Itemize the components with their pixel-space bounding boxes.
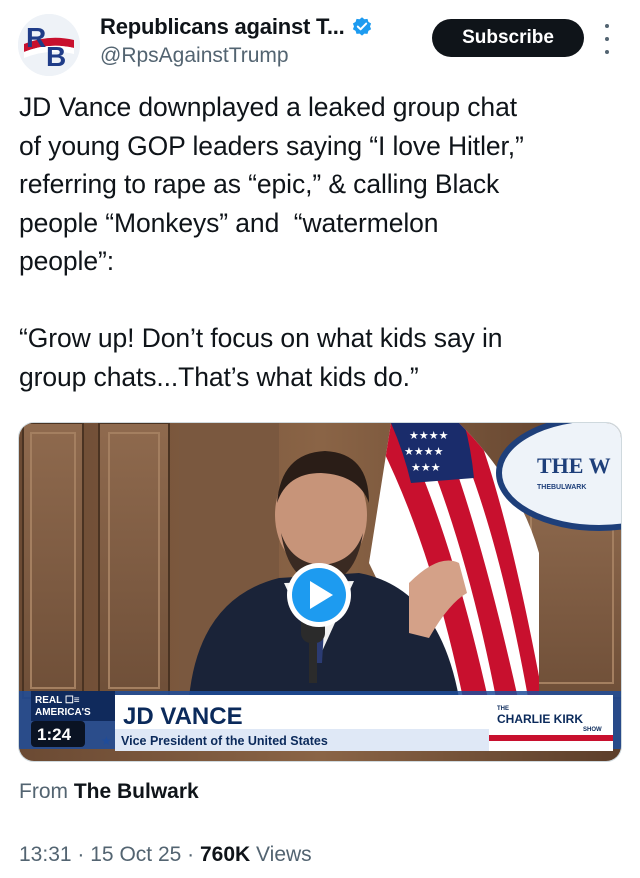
tweet-date[interactable]: 15 Oct 25	[90, 843, 181, 866]
views-label: Views	[256, 843, 312, 866]
tweet-time[interactable]: 13:31	[19, 843, 72, 866]
svg-text:★★★★: ★★★★	[404, 445, 444, 458]
republicans-against-trump-logo: R B	[18, 14, 80, 76]
svg-text:AMERICA'S: AMERICA'S	[35, 707, 91, 718]
play-icon[interactable]	[287, 563, 351, 627]
subscribe-button[interactable]: Subscribe	[432, 19, 584, 57]
svg-text:REAL ☐≡: REAL ☐≡	[35, 695, 80, 706]
display-name[interactable]: Republicans against T...	[100, 14, 345, 40]
logo-letter-r: R	[26, 22, 46, 53]
logo-letter-b: B	[46, 41, 66, 72]
video-thumbnail: ★★★★ ★★★★ ★★★ THE W THEBULWARK JD VANCE …	[19, 423, 621, 761]
name-row: Republicans against T...	[100, 14, 373, 40]
svg-text:Vice President of the United S: Vice President of the United States	[121, 734, 328, 748]
svg-text:THE W: THE W	[537, 453, 611, 478]
video-duration-badge: 1:24	[31, 721, 85, 747]
svg-text:1:24: 1:24	[37, 725, 72, 744]
tweet-meta: 13:31 · 15 Oct 25 · 760K Views	[19, 843, 312, 866]
account-handle[interactable]: @RpsAgainstTrump	[100, 44, 289, 68]
attribution: From The Bulwark	[19, 780, 199, 804]
video-player[interactable]: ★★★★ ★★★★ ★★★ THE W THEBULWARK JD VANCE …	[18, 422, 622, 762]
svg-text:SHOW: SHOW	[583, 727, 602, 733]
svg-text:CHARLIE KIRK: CHARLIE KIRK	[497, 712, 583, 726]
more-options-icon[interactable]	[598, 24, 616, 54]
tweet-text: JD Vance downplayed a leaked group chat …	[19, 92, 524, 392]
account-avatar[interactable]: R B	[18, 14, 80, 76]
svg-text:★★★★: ★★★★	[409, 429, 449, 442]
svg-text:JD VANCE: JD VANCE	[123, 703, 243, 730]
verified-badge-icon	[352, 17, 371, 36]
attribution-source-link[interactable]: The Bulwark	[74, 780, 199, 803]
views-count: 760K	[200, 843, 251, 866]
network-logo: REAL ☐≡ AMERICA'S	[31, 691, 115, 721]
star-icon: ★	[101, 734, 112, 748]
svg-text:THEBULWARK: THEBULWARK	[537, 484, 586, 491]
attribution-prefix: From	[19, 780, 68, 803]
tweet-header: R B Republicans against T... @RpsAgainst…	[0, 0, 640, 84]
svg-text:★★★: ★★★	[411, 461, 441, 474]
